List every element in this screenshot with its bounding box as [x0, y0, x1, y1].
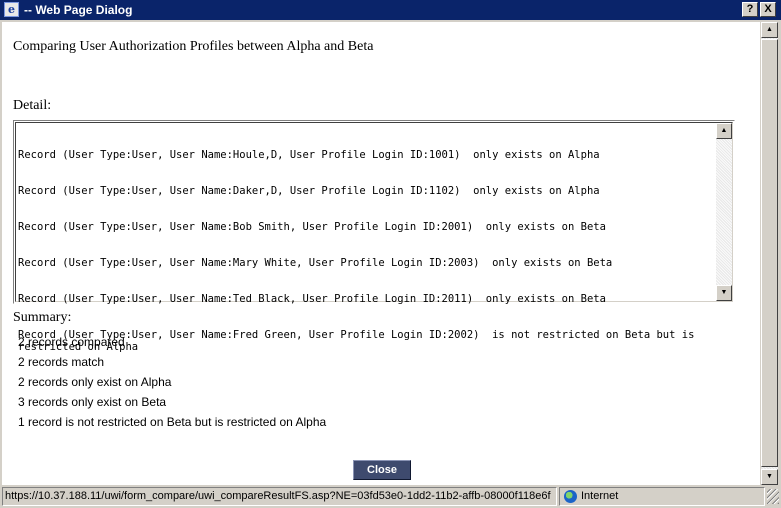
page-scroll-thumb[interactable]: [761, 39, 778, 467]
close-window-button[interactable]: X: [760, 2, 776, 17]
zone-label: Internet: [581, 490, 619, 502]
status-bar: https://10.37.188.11/uwi/form_compare/uw…: [2, 487, 779, 506]
detail-scrollbar[interactable]: ▲ ▼: [716, 123, 732, 301]
summary-line: 3 records only exist on Beta: [18, 395, 167, 409]
summary-line: 1 record is not restricted on Beta but i…: [18, 415, 327, 429]
summary-label: Summary:: [13, 310, 72, 325]
detail-line: Record (User Type:User, User Name:Daker,…: [18, 185, 600, 197]
title-bar: e -- Web Page Dialog ? X: [0, 0, 781, 20]
help-button[interactable]: ?: [742, 2, 758, 17]
summary-line: 2 records match: [18, 355, 105, 369]
status-url: https://10.37.188.11/uwi/form_compare/uw…: [2, 487, 557, 506]
dialog-content: Comparing User Authorization Profiles be…: [2, 22, 760, 485]
page-heading: Comparing User Authorization Profiles be…: [13, 39, 374, 54]
scroll-up-icon[interactable]: ▲: [716, 123, 732, 139]
page-scroll-up-icon[interactable]: ▲: [761, 22, 778, 38]
window-title: -- Web Page Dialog: [24, 3, 133, 17]
summary-line: 2 records only exist on Alpha: [18, 375, 172, 389]
detail-textarea[interactable]: Record (User Type:User, User Name:Houle,…: [13, 120, 735, 353]
security-zone: Internet: [559, 487, 765, 506]
page-scrollbar[interactable]: ▲ ▼: [761, 22, 778, 485]
detail-line: Record (User Type:User, User Name:Mary W…: [18, 257, 613, 269]
detail-label: Detail:: [13, 98, 52, 113]
summary-line: 2 records compared: [18, 335, 125, 349]
detail-line: Record (User Type:User, User Name:Ted Bl…: [18, 293, 606, 305]
detail-line: Record (User Type:User, User Name:Bob Sm…: [18, 221, 606, 233]
detail-line: Record (User Type:User, User Name:Houle,…: [18, 149, 600, 161]
page-scroll-down-icon[interactable]: ▼: [761, 469, 778, 485]
globe-icon: [564, 490, 577, 503]
resize-grip-icon[interactable]: [767, 489, 779, 504]
ie-page-icon: e: [4, 2, 19, 17]
scroll-down-icon[interactable]: ▼: [716, 285, 732, 301]
close-button[interactable]: Close: [353, 460, 411, 480]
